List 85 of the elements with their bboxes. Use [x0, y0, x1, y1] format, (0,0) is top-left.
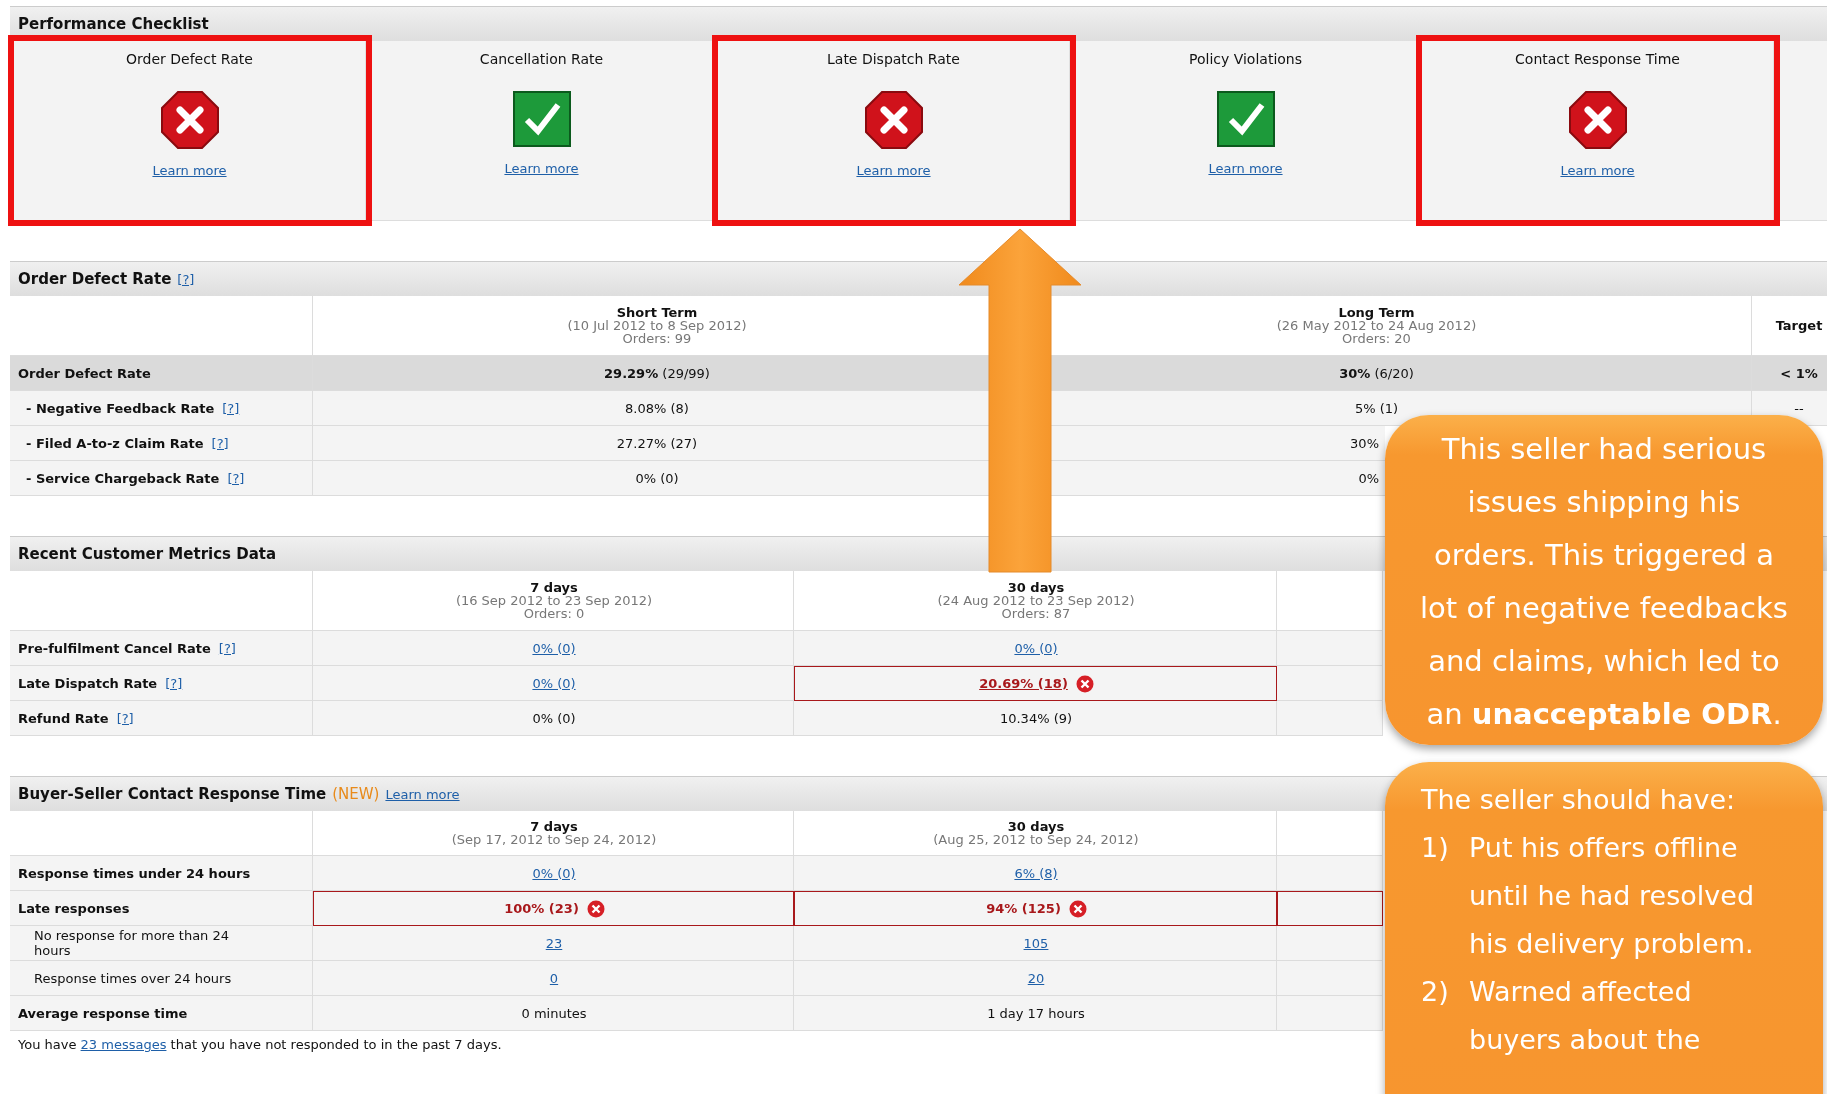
row-label: Average response time — [18, 1005, 188, 1021]
learn-more-link[interactable]: Learn more — [504, 161, 579, 176]
row-label: Order Defect Rate — [18, 365, 151, 381]
help-link[interactable]: [?] — [165, 675, 183, 691]
error-icon — [1075, 674, 1094, 693]
metric-link[interactable]: 20 — [1027, 970, 1045, 986]
column-title: 7 days — [530, 581, 578, 594]
table-cell: 0 minutes — [313, 996, 794, 1031]
error-icon — [160, 91, 219, 149]
metric-link[interactable]: 105 — [1023, 935, 1049, 951]
row-label: Response times under 24 hours — [18, 865, 251, 881]
metric-link[interactable]: 0 — [549, 970, 559, 986]
orders-count: Orders: 99 — [622, 332, 692, 345]
check-icon — [1216, 91, 1275, 147]
row-label: Response times over 24 hours — [34, 970, 232, 986]
tile-title: Cancellation Rate — [479, 51, 604, 69]
orders-count: Orders: 20 — [1342, 332, 1411, 345]
row-label: Late Dispatch Rate — [18, 675, 158, 691]
metric-link[interactable]: 0% (0) — [1014, 640, 1058, 656]
metric-link[interactable]: 23 — [545, 935, 563, 951]
learn-more-link[interactable]: Learn more — [385, 786, 460, 802]
table-cell: 1 day 17 hours — [794, 996, 1277, 1031]
help-link[interactable]: [?] — [222, 400, 240, 416]
date-range: (10 Jul 2012 to 8 Sep 2012) — [567, 319, 747, 332]
footer-note: You have 23 messages that you have not responded to in the past 7 days. — [18, 1037, 502, 1052]
list-item-text: Warned affected buyers about the — [1469, 975, 1702, 1057]
metric-link[interactable]: 6% (8) — [1014, 865, 1058, 881]
tile-title: Contact Response Time — [1515, 51, 1680, 69]
row-label: No response for more than 24 hours — [34, 928, 231, 958]
column-title: 30 days — [1007, 820, 1065, 833]
learn-more-link[interactable]: Learn more — [1208, 161, 1283, 176]
section-title: Recent Customer Metrics Data — [18, 545, 277, 563]
column-title: Short Term — [616, 306, 698, 319]
callout-text: The seller should have: — [1421, 783, 1737, 817]
table-cell: 0% (0) — [313, 701, 794, 736]
list-number: 2) — [1421, 975, 1450, 1009]
section-title: Performance Checklist — [18, 15, 209, 33]
error-icon — [586, 899, 605, 918]
error-icon — [864, 91, 923, 149]
row-label: - Negative Feedback Rate — [26, 400, 215, 416]
metric-value: 94% (125) — [986, 901, 1061, 916]
metric-link[interactable]: 0% (0) — [532, 675, 576, 691]
orders-count: Orders: 87 — [1001, 607, 1071, 620]
error-icon — [1068, 899, 1087, 918]
date-range: (24 Aug 2012 to 23 Sep 2012) — [937, 594, 1135, 607]
learn-more-link[interactable]: Learn more — [152, 163, 227, 178]
column-title: 7 days — [530, 820, 578, 833]
table-cell: 10.34% (9) — [794, 701, 1277, 736]
column-title: Target — [1775, 319, 1823, 332]
new-label: (NEW) — [332, 785, 380, 803]
table-cell: < 1% — [1752, 356, 1827, 391]
learn-more-link[interactable]: Learn more — [856, 163, 931, 178]
learn-more-link[interactable]: Learn more — [1560, 163, 1635, 178]
date-range: (Sep 17, 2012 to Sep 24, 2012) — [451, 833, 657, 846]
orders-count: Orders: 0 — [523, 607, 585, 620]
row-label: Pre-fulfilment Cancel Rate — [18, 640, 211, 656]
callout-text: This seller had serious issues shipping his orders. This triggered a lot of negative feedbacks and claims, which led to an unacceptable ODR. — [1419, 431, 1789, 733]
section-title: Order Defect Rate — [18, 270, 172, 288]
tile-title: Late Dispatch Rate — [827, 51, 960, 69]
date-range: (26 May 2012 to 24 Aug 2012) — [1276, 319, 1477, 332]
check-icon — [512, 91, 571, 147]
row-label: Late responses — [18, 900, 130, 916]
list-number: 1) — [1421, 831, 1450, 865]
tile-title: Policy Violations — [1189, 51, 1302, 69]
help-link[interactable]: [?] — [211, 435, 229, 451]
help-link[interactable]: [?] — [227, 470, 245, 486]
list-item-text: Put his offers offline until he had resolved his delivery problem. — [1469, 831, 1756, 961]
date-range: (16 Sep 2012 to 23 Sep 2012) — [455, 594, 653, 607]
section-title: Buyer-Seller Contact Response Time — [18, 785, 327, 803]
messages-link[interactable]: 23 messages — [80, 1037, 167, 1052]
error-icon — [1568, 91, 1627, 149]
row-label: Refund Rate — [18, 710, 109, 726]
column-title: 30 days — [1007, 581, 1065, 594]
row-label: - Filed A-to-z Claim Rate — [26, 435, 204, 451]
tile-title: Order Defect Rate — [126, 51, 253, 69]
date-range: (Aug 25, 2012 to Sep 24, 2012) — [933, 833, 1139, 846]
metric-value: 100% (23) — [504, 901, 579, 916]
help-link[interactable]: [?] — [177, 271, 195, 287]
metric-link[interactable]: 0% (0) — [532, 865, 576, 881]
metric-link[interactable]: 0% (0) — [532, 640, 576, 656]
help-link[interactable]: [?] — [116, 710, 134, 726]
metric-link[interactable]: 20.69% (18) — [979, 676, 1068, 691]
help-link[interactable]: [?] — [218, 640, 236, 656]
row-label: - Service Chargeback Rate — [26, 470, 220, 486]
column-title: Long Term — [1338, 306, 1415, 319]
